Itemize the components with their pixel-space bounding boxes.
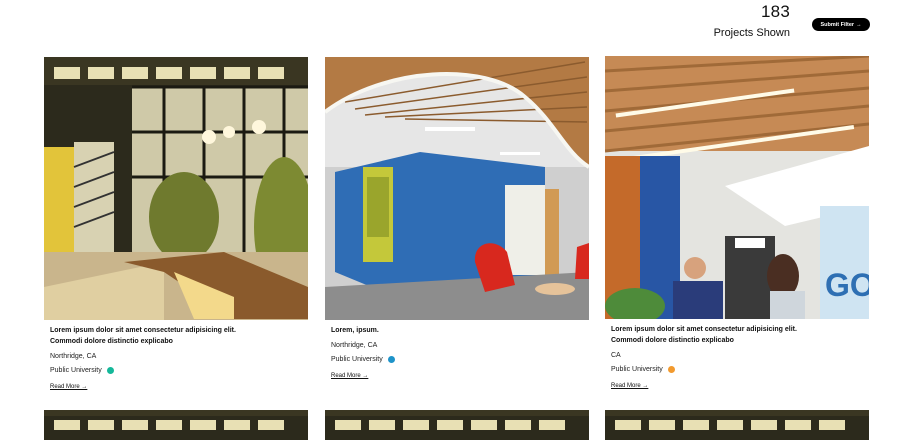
project-type: Public University	[331, 356, 583, 363]
project-image-next-row[interactable]	[44, 410, 308, 440]
svg-text:GO: GO	[825, 267, 869, 303]
submit-filter-button[interactable]: Submit Filter →	[812, 18, 870, 31]
project-title: Lorem ipsum dolor sit amet consectetur a…	[611, 326, 797, 333]
read-more-link[interactable]: Read More →	[331, 373, 368, 379]
project-title: Lorem ipsum dolor sit amet consectetur a…	[50, 327, 236, 334]
arrow-right-icon: →	[856, 21, 862, 28]
project-card: Lorem, ipsum. Northridge, CA Public Univ…	[325, 57, 589, 382]
project-card: GO Lorem ipsum dolor sit amet consectetu…	[605, 56, 869, 392]
project-count-number: 183	[761, 2, 790, 21]
type-color-dot-icon	[387, 356, 395, 363]
project-type: Public University	[611, 366, 863, 373]
read-more-link[interactable]: Read More →	[50, 384, 87, 390]
project-type: Public University	[50, 367, 302, 374]
project-image-lounge[interactable]	[325, 57, 589, 320]
project-location: CA	[611, 352, 621, 359]
project-count: 183 Projects Shown	[714, 2, 790, 40]
project-image-next-row[interactable]	[605, 410, 869, 440]
project-location: Northridge, CA	[331, 342, 378, 349]
project-card: Lorem ipsum dolor sit amet consectetur a…	[44, 57, 308, 393]
project-image-next-row[interactable]	[325, 410, 589, 440]
project-type-label: Public University	[611, 366, 663, 373]
type-color-dot-icon	[106, 367, 114, 374]
project-title: Lorem, ipsum.	[331, 327, 379, 334]
project-count-label: Projects Shown	[713, 27, 790, 39]
project-type-label: Public University	[331, 356, 383, 363]
project-location: Northridge, CA	[50, 353, 97, 360]
submit-filter-label: Submit Filter	[820, 21, 855, 28]
project-type-label: Public University	[50, 367, 102, 374]
project-image-courtyard[interactable]	[44, 57, 308, 320]
project-image-office[interactable]: GO	[605, 56, 869, 319]
project-title-line2: Commodi dolore distinctio explicabo	[611, 337, 734, 344]
project-title-line2: Commodi dolore distinctio explicabo	[50, 338, 173, 345]
type-color-dot-icon	[667, 366, 675, 373]
read-more-link[interactable]: Read More →	[611, 383, 648, 389]
